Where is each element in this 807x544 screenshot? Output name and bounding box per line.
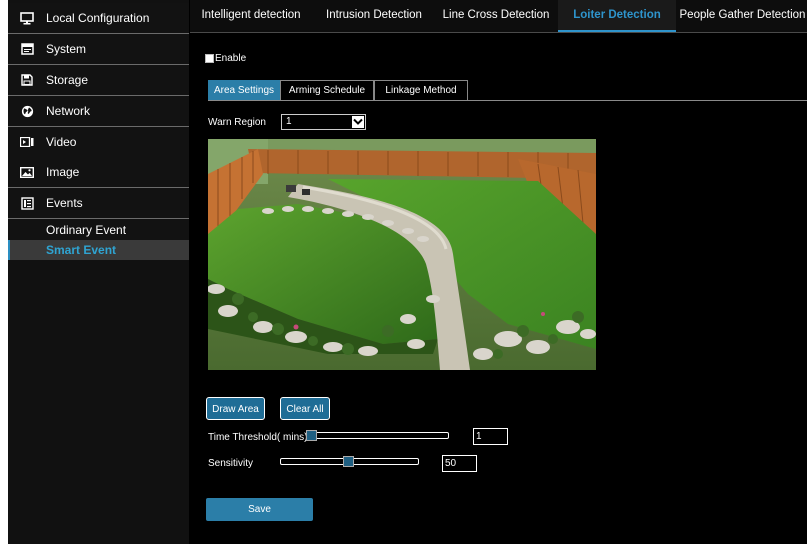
video-preview[interactable] <box>208 139 596 370</box>
time-threshold-slider-thumb[interactable] <box>306 430 317 441</box>
sub-tab-divider <box>208 100 807 101</box>
sidebar-subitem-ordinary-event[interactable]: Ordinary Event <box>8 220 189 240</box>
sidebar-item-video[interactable]: Video <box>8 127 189 158</box>
monitor-icon <box>8 11 46 25</box>
sidebar-item-events[interactable]: Events <box>8 188 189 219</box>
tab-loiter-detection[interactable]: Loiter Detection <box>558 0 676 32</box>
sidebar-subitem-label: Smart Event <box>46 243 117 257</box>
tab-bar-divider <box>190 32 807 33</box>
clear-all-button[interactable]: Clear All <box>280 397 330 420</box>
tab-people-gather-detection[interactable]: People Gather Detection <box>678 0 807 30</box>
time-threshold-label: Time Threshold( mins) <box>208 432 308 443</box>
enable-control[interactable]: Enable <box>205 53 246 64</box>
time-threshold-slider[interactable] <box>306 432 449 439</box>
tab-arming-schedule[interactable]: Arming Schedule <box>280 80 374 100</box>
tab-line-cross-detection[interactable]: Line Cross Detection <box>436 0 556 30</box>
video-icon <box>8 137 46 147</box>
tab-intelligent-detection[interactable]: Intelligent detection <box>194 0 308 30</box>
sidebar-item-label: Events <box>46 196 83 210</box>
warn-region-select[interactable]: 1 <box>281 114 366 130</box>
sidebar-item-system[interactable]: System <box>8 34 189 65</box>
tab-linkage-method[interactable]: Linkage Method <box>374 80 468 100</box>
sensitivity-label: Sensitivity <box>208 458 254 469</box>
sidebar-subitem-label: Ordinary Event <box>46 223 127 237</box>
time-threshold-input[interactable]: 1 <box>473 428 508 445</box>
draw-area-button[interactable]: Draw Area <box>206 397 265 420</box>
sidebar-item-label: Storage <box>46 73 89 87</box>
tab-area-settings[interactable]: Area Settings <box>208 80 280 100</box>
sensitivity-slider-thumb[interactable] <box>343 456 354 467</box>
sidebar-item-storage[interactable]: Storage <box>8 65 189 96</box>
tab-intrusion-detection[interactable]: Intrusion Detection <box>318 0 430 30</box>
sensitivity-input[interactable]: 50 <box>442 455 477 472</box>
image-icon <box>8 166 46 178</box>
floppy-disk-icon <box>8 74 46 86</box>
app-frame: Local Configuration System Storage Netwo… <box>8 0 807 544</box>
warn-region-value: 1 <box>286 116 292 127</box>
sidebar-item-local-configuration[interactable]: Local Configuration <box>8 3 189 34</box>
sidebar-item-image[interactable]: Image <box>8 157 189 188</box>
system-icon <box>8 43 46 55</box>
sidebar: Local Configuration System Storage Netwo… <box>8 0 189 544</box>
sidebar-item-label: Image <box>46 165 80 179</box>
warn-region-label: Warn Region <box>208 117 266 128</box>
save-button[interactable]: Save <box>206 498 313 521</box>
sidebar-item-label: Local Configuration <box>46 11 150 25</box>
sidebar-item-label: System <box>46 42 87 56</box>
sidebar-item-label: Video <box>46 135 77 149</box>
events-icon <box>8 196 46 210</box>
enable-label: Enable <box>215 53 247 64</box>
enable-checkbox[interactable] <box>205 54 214 63</box>
sidebar-item-label: Network <box>46 104 91 118</box>
sidebar-item-network[interactable]: Network <box>8 96 189 127</box>
globe-icon <box>8 105 46 118</box>
sidebar-subitem-smart-event[interactable]: Smart Event <box>8 240 189 260</box>
chevron-down-icon[interactable] <box>352 116 364 128</box>
